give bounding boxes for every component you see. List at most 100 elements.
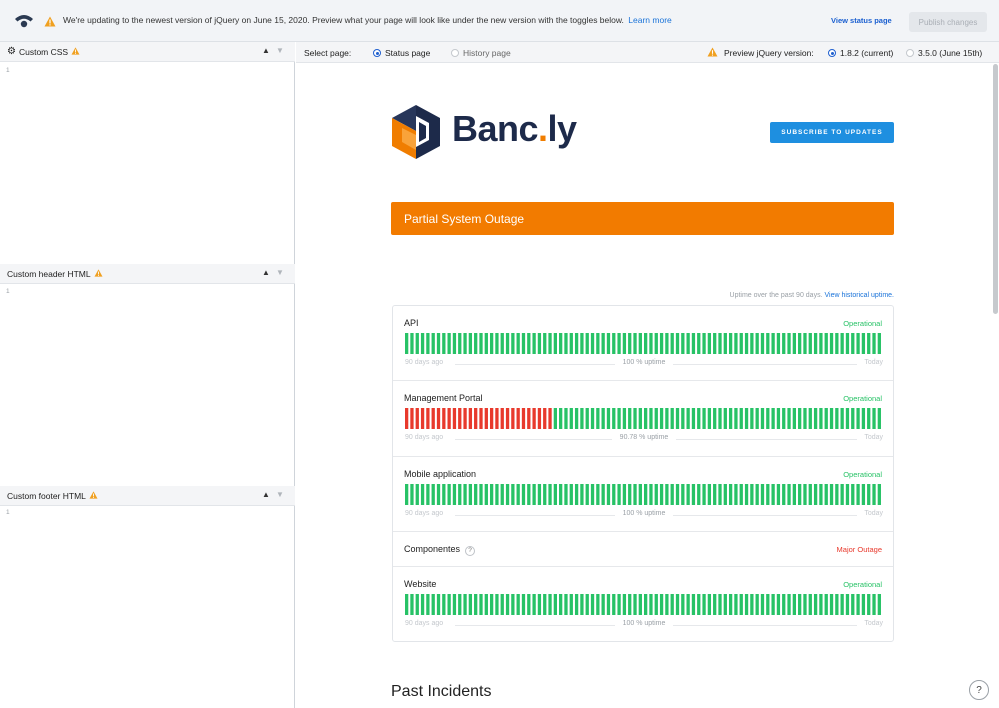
uptime-day-bar[interactable] — [803, 484, 807, 505]
uptime-day-bar[interactable] — [713, 408, 717, 429]
uptime-day-bar[interactable] — [516, 408, 520, 429]
uptime-day-bar[interactable] — [760, 594, 765, 615]
uptime-day-bar[interactable] — [489, 484, 494, 505]
uptime-day-bar[interactable] — [511, 333, 515, 354]
uptime-day-bar[interactable] — [649, 408, 653, 429]
uptime-day-bar[interactable] — [484, 484, 488, 505]
help-button[interactable]: ? — [969, 680, 989, 700]
uptime-day-bar[interactable] — [787, 594, 791, 615]
uptime-day-bar[interactable] — [686, 333, 690, 354]
uptime-day-bar[interactable] — [787, 408, 791, 429]
uptime-day-bar[interactable] — [675, 484, 680, 505]
uptime-day-bar[interactable] — [617, 484, 621, 505]
uptime-day-bar[interactable] — [813, 333, 818, 354]
uptime-day-bar[interactable] — [798, 408, 802, 429]
uptime-day-bar[interactable] — [617, 333, 621, 354]
uptime-day-bar[interactable] — [739, 333, 743, 354]
uptime-day-bar[interactable] — [452, 594, 457, 615]
uptime-day-bar[interactable] — [633, 484, 637, 505]
uptime-day-bar[interactable] — [713, 484, 717, 505]
uptime-day-bar[interactable] — [744, 408, 749, 429]
uptime-day-bar[interactable] — [755, 408, 759, 429]
publish-changes-button[interactable]: Publish changes — [909, 12, 987, 32]
uptime-day-bar[interactable] — [622, 594, 627, 615]
uptime-day-bar[interactable] — [851, 594, 855, 615]
uptime-day-bar[interactable] — [505, 484, 510, 505]
uptime-day-bar[interactable] — [527, 408, 531, 429]
uptime-day-bar[interactable] — [543, 594, 547, 615]
uptime-day-bar[interactable] — [654, 333, 658, 354]
uptime-day-bar[interactable] — [808, 594, 812, 615]
view-status-page-link[interactable]: View status page — [831, 16, 892, 25]
uptime-day-bar[interactable] — [532, 333, 536, 354]
uptime-day-bar[interactable] — [867, 484, 871, 505]
uptime-day-bar[interactable] — [755, 484, 759, 505]
uptime-day-bar[interactable] — [649, 333, 653, 354]
uptime-day-bar[interactable] — [484, 408, 488, 429]
version-new-radio[interactable]: 3.5.0 (June 15th) — [906, 48, 982, 58]
uptime-day-bar[interactable] — [521, 594, 526, 615]
uptime-day-bar[interactable] — [835, 408, 839, 429]
uptime-day-bar[interactable] — [559, 484, 563, 505]
uptime-day-bar[interactable] — [691, 484, 696, 505]
uptime-day-bar[interactable] — [867, 333, 871, 354]
uptime-day-bar[interactable] — [718, 408, 722, 429]
uptime-day-bar[interactable] — [877, 333, 881, 354]
uptime-day-bar[interactable] — [548, 333, 552, 354]
uptime-day-bar[interactable] — [585, 484, 589, 505]
preview-scrollbar[interactable] — [993, 64, 998, 314]
uptime-day-bar[interactable] — [840, 408, 844, 429]
uptime-day-bar[interactable] — [431, 408, 435, 429]
uptime-day-bar[interactable] — [574, 594, 579, 615]
uptime-day-bar[interactable] — [723, 408, 727, 429]
uptime-day-bar[interactable] — [659, 594, 664, 615]
uptime-day-bar[interactable] — [527, 484, 531, 505]
uptime-day-bar[interactable] — [521, 408, 526, 429]
uptime-day-bar[interactable] — [458, 408, 462, 429]
uptime-day-bar[interactable] — [638, 408, 642, 429]
uptime-day-bar[interactable] — [537, 408, 542, 429]
uptime-day-bar[interactable] — [532, 484, 536, 505]
uptime-day-bar[interactable] — [569, 333, 573, 354]
uptime-day-bar[interactable] — [819, 484, 823, 505]
uptime-day-bar[interactable] — [628, 594, 632, 615]
uptime-day-bar[interactable] — [665, 408, 669, 429]
uptime-day-bar[interactable] — [829, 594, 834, 615]
uptime-day-bar[interactable] — [447, 484, 451, 505]
uptime-day-bar[interactable] — [415, 408, 419, 429]
uptime-day-bar[interactable] — [824, 484, 828, 505]
uptime-day-bar[interactable] — [474, 408, 478, 429]
uptime-day-bar[interactable] — [431, 484, 435, 505]
uptime-day-bar[interactable] — [872, 333, 876, 354]
uptime-day-bar[interactable] — [601, 484, 605, 505]
uptime-day-bar[interactable] — [771, 484, 775, 505]
uptime-day-bar[interactable] — [601, 594, 605, 615]
uptime-day-bar[interactable] — [697, 484, 701, 505]
uptime-day-bar[interactable] — [856, 484, 860, 505]
uptime-day-bar[interactable] — [479, 333, 483, 354]
uptime-day-bar[interactable] — [766, 594, 770, 615]
uptime-day-bar[interactable] — [415, 594, 419, 615]
uptime-day-bar[interactable] — [436, 484, 441, 505]
uptime-day-bar[interactable] — [697, 333, 701, 354]
uptime-day-bar[interactable] — [776, 484, 781, 505]
uptime-day-bar[interactable] — [405, 333, 409, 354]
uptime-day-bar[interactable] — [511, 594, 515, 615]
uptime-day-bar[interactable] — [574, 484, 579, 505]
uptime-day-bar[interactable] — [559, 408, 563, 429]
uptime-day-bar[interactable] — [824, 408, 828, 429]
uptime-day-bar[interactable] — [808, 333, 812, 354]
uptime-day-bar[interactable] — [612, 484, 616, 505]
uptime-day-bar[interactable] — [511, 484, 515, 505]
uptime-day-bar[interactable] — [681, 408, 685, 429]
uptime-day-bar[interactable] — [590, 408, 595, 429]
uptime-day-bar[interactable] — [739, 408, 743, 429]
uptime-day-bar[interactable] — [649, 594, 653, 615]
uptime-day-bar[interactable] — [505, 594, 510, 615]
uptime-day-bar[interactable] — [845, 333, 850, 354]
uptime-day-bar[interactable] — [431, 594, 435, 615]
uptime-day-bar[interactable] — [633, 408, 637, 429]
uptime-day-bar[interactable] — [596, 484, 600, 505]
uptime-day-bar[interactable] — [867, 408, 871, 429]
uptime-day-bar[interactable] — [495, 408, 499, 429]
